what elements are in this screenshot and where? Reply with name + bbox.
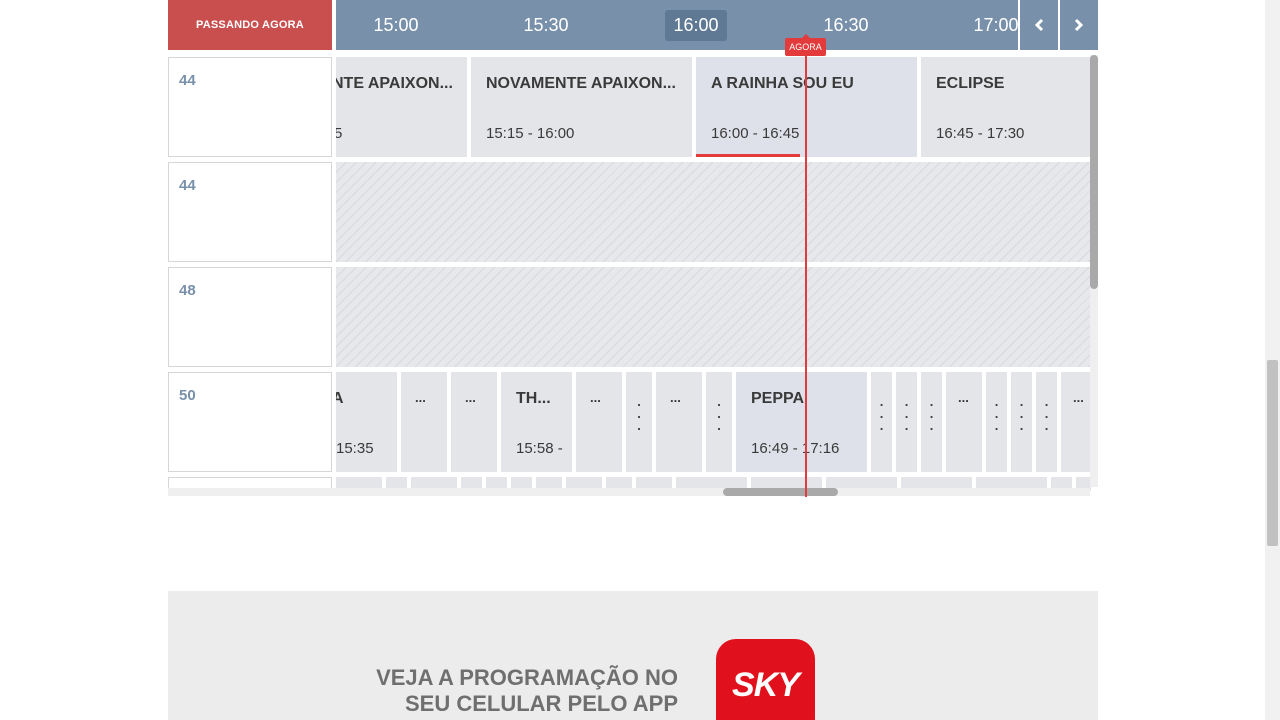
program-cell[interactable]: ... <box>576 372 622 472</box>
more-dots: ... <box>637 394 641 433</box>
now-indicator-line <box>805 52 807 497</box>
unavailable-schedule <box>336 267 1091 367</box>
program-cell[interactable]: ECLIPSE 16:45 - 17:30 <box>921 57 1091 157</box>
app-promo-banner: VEJA A PROGRAMAÇÃO NO SEU CELULAR PELO A… <box>168 591 1098 720</box>
program-progress-bar <box>696 154 800 157</box>
program-cell[interactable]: ... <box>1011 372 1032 472</box>
program-cell[interactable]: ... <box>656 372 702 472</box>
time-tick-1700: 17:00 <box>973 14 1018 35</box>
program-cell[interactable]: NOVAMENTE APAIXON... 15:15 - 16:00 <box>471 57 692 157</box>
more-dots: ... <box>994 394 999 433</box>
grid-horizontal-scrollbar[interactable] <box>168 488 1090 496</box>
program-cell[interactable]: ... <box>626 372 652 472</box>
program-cell[interactable]: ... <box>896 372 917 472</box>
program-cell[interactable]: ... <box>986 372 1007 472</box>
chevron-right-icon <box>1074 18 1084 32</box>
chevron-left-icon <box>1034 18 1044 32</box>
channel-cell[interactable]: 44 <box>168 57 332 157</box>
now-playing-button[interactable]: PASSANDO AGORA <box>168 0 332 50</box>
program-cell[interactable]: ... <box>871 372 892 472</box>
time-tick-1600: 16:00 <box>664 0 728 50</box>
more-dots: ... <box>1044 394 1049 433</box>
program-cell[interactable]: ... <box>946 372 982 472</box>
previous-time-button[interactable] <box>1020 0 1058 50</box>
sky-app-logo[interactable]: SKY <box>716 639 815 720</box>
sky-logo-text: SKY <box>732 665 800 704</box>
more-dots: ... <box>1019 394 1024 433</box>
time-tick-1500: 15:00 <box>373 14 419 35</box>
channel-cell[interactable]: 44 <box>168 162 332 262</box>
time-bar: 15:00 15:30 16:00 16:30 17:00 <box>336 0 1018 50</box>
page-scrollbar-thumb[interactable] <box>1267 360 1278 546</box>
program-cell[interactable]: ... <box>1061 372 1091 472</box>
grid-horizontal-scrollbar-thumb[interactable] <box>723 488 838 496</box>
program-cell[interactable]: ... <box>706 372 732 472</box>
program-cell[interactable]: ... <box>451 372 497 472</box>
more-dots: ... <box>717 394 721 433</box>
program-cell[interactable]: ... <box>921 372 942 472</box>
more-dots: ... <box>904 394 909 433</box>
program-grid: 44 NTE APAIXON... 5 NOVAMENTE APAIXON...… <box>168 50 1098 496</box>
program-cell-current[interactable]: PEPPA 16:49 - 17:16 <box>736 372 867 472</box>
promo-text-line1: VEJA A PROGRAMAÇÃO NO <box>376 665 678 690</box>
page-scrollbar[interactable] <box>1265 0 1280 720</box>
program-cell[interactable]: TH... 15:58 - <box>501 372 572 472</box>
program-cell[interactable]: NTE APAIXON... 5 <box>336 57 467 157</box>
program-cell[interactable]: ... <box>1036 372 1057 472</box>
channel-cell[interactable]: 50 <box>168 372 332 472</box>
grid-vertical-scrollbar[interactable] <box>1090 55 1098 487</box>
now-indicator-label: AGORA <box>785 34 826 56</box>
grid-vertical-scrollbar-thumb[interactable] <box>1090 55 1098 289</box>
time-tick-1530: 15:30 <box>523 14 569 35</box>
channel-cell[interactable]: 48 <box>168 267 332 367</box>
program-cell[interactable]: ... <box>401 372 447 472</box>
next-time-button[interactable] <box>1060 0 1098 50</box>
unavailable-schedule <box>336 162 1091 262</box>
promo-text: VEJA A PROGRAMAÇÃO NO SEU CELULAR PELO A… <box>348 665 678 717</box>
more-dots: ... <box>929 394 934 433</box>
promo-text-line2: SEU CELULAR PELO APP <box>405 691 678 716</box>
program-cell[interactable]: A 15:35 <box>336 372 397 472</box>
more-dots: ... <box>879 394 884 433</box>
